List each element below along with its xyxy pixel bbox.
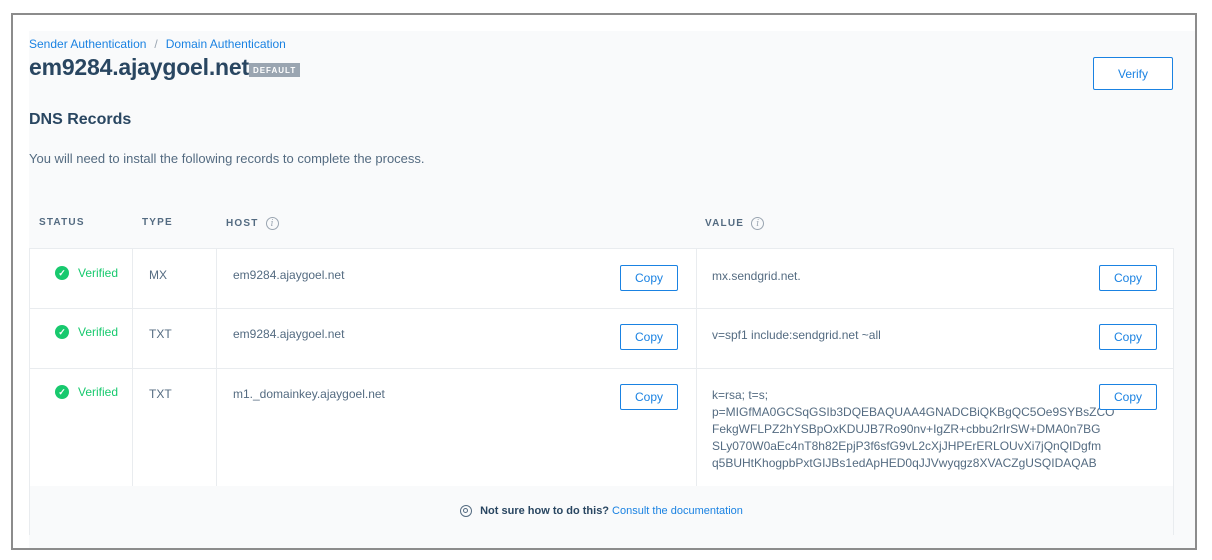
breadcrumb: Sender Authentication / Domain Authentic…: [29, 37, 286, 51]
column-header-value: VALUE i: [705, 217, 765, 230]
help-footer: Not sure how to do this? Consult the doc…: [30, 486, 1173, 536]
cell-divider: [216, 249, 217, 308]
cell-divider: [696, 368, 697, 486]
status-badge: ✓ Verified: [55, 266, 118, 280]
record-host: em9284.ajaygoel.net: [233, 327, 345, 341]
column-header-host-label: HOST: [226, 218, 259, 229]
breadcrumb-sender-authentication[interactable]: Sender Authentication: [29, 37, 146, 51]
status-text: Verified: [78, 325, 119, 339]
value-line: FekgWFLPZ2hYSBpOxKDUJB7Ro90nv+IgZR+cbbu2…: [712, 422, 1101, 436]
status-text: Verified: [78, 385, 119, 399]
default-badge: DEFAULT: [248, 62, 301, 77]
value-line: v=spf1 include:sendgrid.net ~all: [712, 328, 881, 342]
copy-host-button[interactable]: Copy: [620, 324, 678, 350]
cell-divider: [132, 368, 133, 486]
value-line: mx.sendgrid.net.: [712, 269, 801, 283]
cell-divider: [696, 308, 697, 368]
section-title: DNS Records: [29, 111, 132, 128]
value-line: q5BUHtKhogpbPxtGIJBs1edApHED0qJJVwyqgz8X…: [712, 456, 1097, 470]
table-row: ✓ Verified TXT em9284.ajaygoel.net Copy …: [30, 308, 1173, 369]
column-header-host: HOST i: [226, 217, 279, 230]
check-circle-icon: ✓: [55, 266, 69, 280]
table-row: ✓ Verified MX em9284.ajaygoel.net Copy m…: [30, 249, 1173, 309]
table-row: ✓ Verified TXT m1._domainkey.ajaygoel.ne…: [30, 368, 1173, 487]
record-value: v=spf1 include:sendgrid.net ~all: [712, 327, 1082, 344]
info-icon[interactable]: i: [751, 217, 765, 230]
cell-divider: [216, 308, 217, 368]
record-host: em9284.ajaygoel.net: [233, 268, 345, 282]
check-circle-icon: ✓: [55, 325, 69, 339]
page-title: em9284.ajaygoel.net: [29, 54, 249, 80]
title-row: em9284.ajaygoel.net DEFAULT: [29, 54, 301, 81]
status-badge: ✓ Verified: [55, 325, 118, 339]
breadcrumb-separator: /: [154, 37, 158, 51]
section-description: You will need to install the following r…: [29, 151, 425, 166]
value-line: p=MIGfMA0GCSqGSIb3DQEBAQUAA4GNADCBiQKBgQ…: [712, 405, 1115, 419]
copy-value-button[interactable]: Copy: [1099, 265, 1157, 291]
documentation-link[interactable]: Consult the documentation: [612, 505, 743, 517]
column-header-status: STATUS: [39, 217, 85, 228]
column-header-type-label: TYPE: [142, 217, 173, 228]
cell-divider: [132, 308, 133, 368]
record-type: MX: [149, 268, 167, 282]
value-line: SLy070W0aEc4nT8h82EpjP3f6sfG9vL2cXjJHPEr…: [712, 439, 1102, 453]
record-host: m1._domainkey.ajaygoel.net: [233, 387, 385, 401]
cell-divider: [696, 249, 697, 308]
dns-records-table: ✓ Verified MX em9284.ajaygoel.net Copy m…: [29, 248, 1174, 536]
column-header-type: TYPE: [142, 217, 173, 228]
status-badge: ✓ Verified: [55, 385, 118, 399]
copy-host-button[interactable]: Copy: [620, 265, 678, 291]
help-question: Not sure how to do this?: [480, 505, 610, 517]
screenshot-frame: Sender Authentication / Domain Authentic…: [11, 13, 1197, 550]
record-value: mx.sendgrid.net.: [712, 268, 1082, 285]
status-text: Verified: [78, 266, 119, 280]
value-line: k=rsa; t=s;: [712, 388, 769, 402]
verify-button[interactable]: Verify: [1093, 57, 1173, 90]
check-circle-icon: ✓: [55, 385, 69, 399]
domain-auth-panel: Sender Authentication / Domain Authentic…: [29, 31, 1195, 548]
column-header-value-label: VALUE: [705, 218, 745, 229]
record-type: TXT: [149, 387, 172, 401]
cell-divider: [132, 249, 133, 308]
info-icon[interactable]: i: [265, 217, 279, 230]
copy-value-button[interactable]: Copy: [1099, 384, 1157, 410]
copy-host-button[interactable]: Copy: [620, 384, 678, 410]
cell-divider: [216, 368, 217, 486]
record-value: k=rsa; t=s; p=MIGfMA0GCSqGSIb3DQEBAQUAA4…: [712, 387, 1115, 472]
lifebuoy-icon: [460, 505, 473, 517]
column-header-status-label: STATUS: [39, 217, 85, 228]
record-type: TXT: [149, 327, 172, 341]
copy-value-button[interactable]: Copy: [1099, 324, 1157, 350]
breadcrumb-domain-authentication[interactable]: Domain Authentication: [166, 37, 286, 51]
